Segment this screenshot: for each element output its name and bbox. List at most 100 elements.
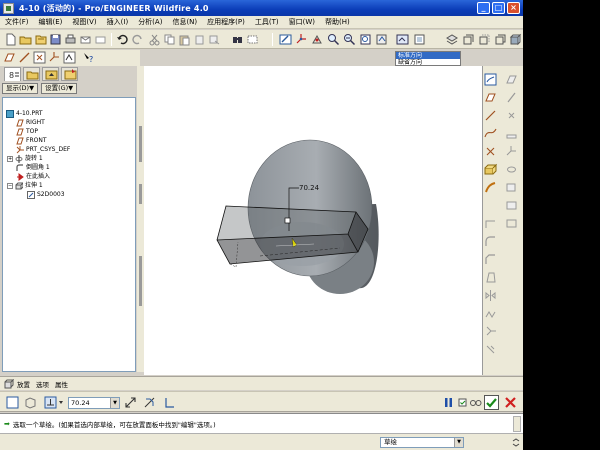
depth-dimension-text[interactable]: 70.24 bbox=[299, 184, 320, 192]
paste-icon[interactable] bbox=[178, 33, 191, 46]
menu-edit[interactable]: 编辑(E) bbox=[34, 17, 68, 27]
tab-placement[interactable]: 放置 bbox=[14, 379, 33, 389]
orient-mode-icon[interactable] bbox=[311, 33, 324, 46]
tree-item-revolve[interactable]: + 旋转 1 bbox=[7, 154, 43, 163]
menu-applications[interactable]: 应用程序(P) bbox=[202, 17, 250, 27]
depth-dropdown-arrow[interactable]: ▼ bbox=[110, 398, 119, 408]
dim-tool-icon[interactable] bbox=[505, 73, 518, 86]
menu-insert[interactable]: 插入(I) bbox=[102, 17, 134, 27]
tree-item-csys[interactable]: PRT_CSYS_DEF bbox=[16, 145, 70, 154]
datum-axis-tool-icon[interactable] bbox=[505, 91, 518, 104]
menu-view[interactable]: 视图(V) bbox=[67, 17, 101, 27]
redo-icon[interactable] bbox=[131, 33, 144, 46]
depth-value-input[interactable]: 70.24 ▼ bbox=[68, 397, 120, 409]
glasses-preview-icon[interactable] bbox=[469, 396, 482, 409]
remove-material-icon[interactable] bbox=[143, 396, 156, 409]
open-file-icon[interactable] bbox=[34, 33, 47, 46]
email-link-icon[interactable] bbox=[94, 33, 107, 46]
menu-window[interactable]: 窗口(W) bbox=[284, 17, 320, 27]
accept-button[interactable] bbox=[484, 395, 499, 410]
tree-item-sketch[interactable]: S2D0003 bbox=[27, 190, 65, 199]
copy-icon[interactable] bbox=[163, 33, 176, 46]
csys-tool-icon[interactable] bbox=[505, 145, 518, 158]
zoom-out-icon[interactable] bbox=[343, 33, 356, 46]
history-tab[interactable] bbox=[61, 67, 78, 81]
datum-curve-icon[interactable] bbox=[484, 127, 497, 140]
blend-tool-icon[interactable] bbox=[505, 181, 518, 194]
solid-option-button[interactable] bbox=[6, 396, 19, 409]
trim-tool-icon[interactable] bbox=[484, 343, 497, 356]
menu-file[interactable]: 文件(F) bbox=[0, 17, 34, 27]
menu-analysis[interactable]: 分析(A) bbox=[133, 17, 167, 27]
cut-icon[interactable] bbox=[148, 33, 161, 46]
rib-tool-icon[interactable] bbox=[484, 217, 497, 230]
close-button[interactable]: × bbox=[507, 2, 520, 14]
chamfer-tool-icon[interactable] bbox=[484, 253, 497, 266]
open-folder-icon[interactable] bbox=[19, 33, 32, 46]
no-hidden-icon[interactable] bbox=[494, 33, 507, 46]
datum-axes-icon[interactable] bbox=[18, 51, 31, 64]
tree-item-round[interactable]: 倒圆角 1 bbox=[16, 163, 50, 172]
save-icon[interactable] bbox=[49, 33, 62, 46]
pause-button[interactable] bbox=[442, 396, 455, 409]
model-tree-tab[interactable]: 8 bbox=[4, 67, 21, 81]
layer-icon[interactable] bbox=[446, 33, 459, 46]
favorites-tab[interactable] bbox=[42, 67, 59, 81]
display-menu-button[interactable]: 显示(D)▼ bbox=[2, 83, 39, 94]
round-tool-icon[interactable] bbox=[484, 235, 497, 248]
thicken-icon[interactable] bbox=[163, 396, 176, 409]
tree-item-right[interactable]: RIGHT bbox=[16, 118, 45, 127]
minimize-button[interactable]: _ bbox=[477, 2, 490, 14]
regenerate-icon[interactable] bbox=[208, 33, 221, 46]
selection-filter-icon[interactable] bbox=[246, 33, 259, 46]
tree-item-top[interactable]: TOP bbox=[16, 127, 38, 136]
repaint-icon[interactable] bbox=[279, 33, 292, 46]
menu-tools[interactable]: 工具(T) bbox=[250, 17, 284, 27]
shading-icon[interactable] bbox=[509, 33, 522, 46]
view-option-default[interactable]: 缺省方向 bbox=[396, 59, 460, 66]
settings-menu-button[interactable]: 设置(G)▼ bbox=[41, 83, 78, 94]
sweep-tool-icon[interactable] bbox=[484, 181, 497, 194]
graphics-viewport[interactable]: 70.24 bbox=[144, 66, 483, 375]
context-help-icon[interactable]: ? bbox=[82, 51, 95, 64]
datum-plane-tool-icon[interactable] bbox=[484, 91, 497, 104]
hole-tool-icon[interactable] bbox=[505, 199, 518, 212]
cancel-button[interactable] bbox=[504, 396, 517, 409]
draft-tool-icon[interactable] bbox=[484, 271, 497, 284]
zoom-in-icon[interactable] bbox=[327, 33, 340, 46]
menu-info[interactable]: 信息(N) bbox=[167, 17, 202, 27]
new-file-icon[interactable] bbox=[4, 33, 17, 46]
flip-direction-icon[interactable] bbox=[124, 396, 137, 409]
tab-properties[interactable]: 属性 bbox=[52, 379, 71, 389]
tree-item-extrude[interactable]: − 拉伸 1 bbox=[7, 181, 43, 190]
expand-icon[interactable]: + bbox=[7, 155, 13, 162]
datum-points-icon[interactable] bbox=[33, 51, 46, 64]
sketch-tool-icon[interactable] bbox=[484, 73, 497, 86]
print-icon[interactable] bbox=[64, 33, 77, 46]
tree-item-front[interactable]: FRONT bbox=[16, 136, 47, 145]
view-orientation-dropdown[interactable]: 标准方向 缺省方向 bbox=[395, 51, 461, 66]
saved-views-icon[interactable] bbox=[396, 33, 409, 46]
surface-option-button[interactable] bbox=[24, 396, 37, 409]
maximize-button[interactable]: □ bbox=[492, 2, 505, 14]
spin-center-icon[interactable] bbox=[295, 33, 308, 46]
find-icon[interactable] bbox=[231, 33, 244, 46]
datum-planes-icon[interactable] bbox=[3, 51, 16, 64]
shell-tool-icon[interactable] bbox=[505, 217, 518, 230]
view-option-standard[interactable]: 标准方向 bbox=[396, 52, 460, 59]
email-icon[interactable] bbox=[79, 33, 92, 46]
filter-dropdown-arrow[interactable]: ▼ bbox=[454, 438, 463, 447]
collapse-icon[interactable]: − bbox=[7, 182, 13, 189]
mirror-tool-icon[interactable] bbox=[484, 289, 497, 302]
extrude-tool-icon[interactable] bbox=[484, 163, 498, 176]
navigator-splitter[interactable] bbox=[137, 66, 144, 372]
view-manager-icon[interactable] bbox=[413, 33, 426, 46]
datum-point-tool-icon[interactable] bbox=[505, 109, 518, 122]
paste-special-icon[interactable] bbox=[193, 33, 206, 46]
wireframe-icon[interactable] bbox=[462, 33, 475, 46]
csys-display-icon[interactable] bbox=[48, 51, 61, 64]
merge-tool-icon[interactable] bbox=[484, 325, 497, 338]
pattern-tool-icon[interactable] bbox=[484, 307, 497, 320]
datum-axis-icon[interactable] bbox=[484, 109, 497, 122]
revolve-tool-icon[interactable] bbox=[505, 163, 518, 176]
